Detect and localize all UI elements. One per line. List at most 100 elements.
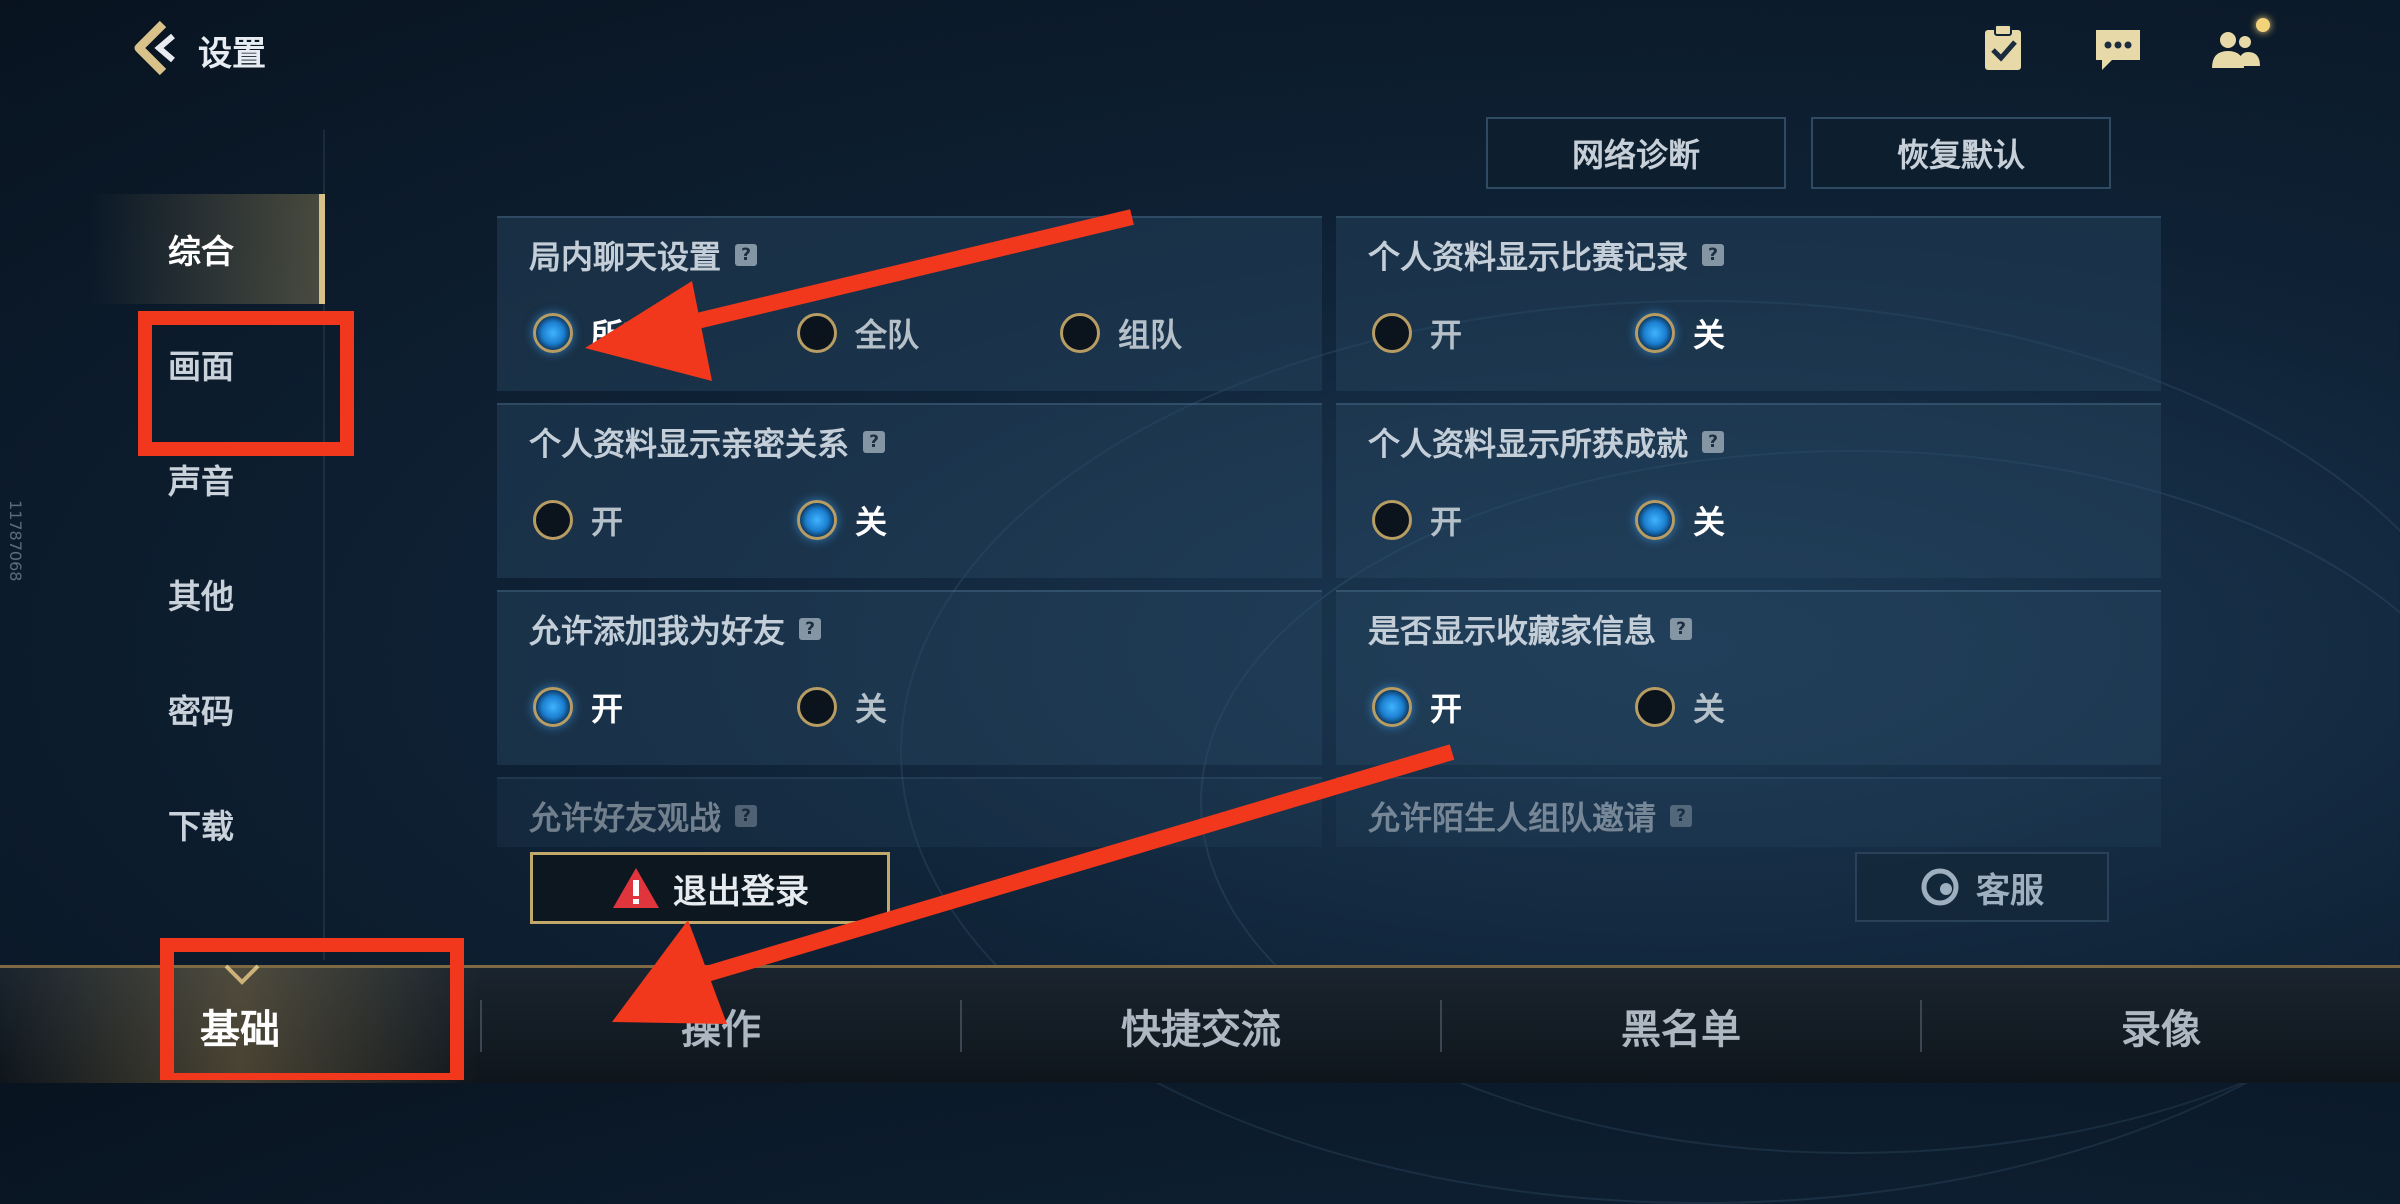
setting-title-text: 是否显示收藏家信息 bbox=[1368, 612, 1657, 650]
radio-unselected-icon bbox=[1372, 313, 1412, 353]
sidebar-item-general[interactable]: 综合 bbox=[90, 194, 325, 304]
page-title: 设置 bbox=[198, 34, 266, 74]
setting-panel-collector: 是否显示收藏家信息? 开 关 bbox=[1336, 590, 2161, 765]
radio-selected-icon bbox=[797, 500, 837, 540]
option-label: 开 bbox=[591, 503, 624, 541]
setting-panel-intimacy: 个人资料显示亲密关系? 开 关 bbox=[497, 403, 1322, 578]
setting-title: 个人资料显示亲密关系? bbox=[529, 419, 886, 465]
headset-icon bbox=[1921, 868, 1959, 906]
setting-panel-match-record: 个人资料显示比赛记录? 开 关 bbox=[1336, 216, 2161, 391]
back-arrow-icon bbox=[134, 20, 175, 76]
task-icon bbox=[1985, 24, 2021, 70]
help-icon[interactable]: ? bbox=[863, 431, 886, 453]
help-icon[interactable]: ? bbox=[735, 805, 758, 827]
setting-title-text: 个人资料显示比赛记录 bbox=[1368, 238, 1689, 276]
radio-selected-icon bbox=[1635, 500, 1675, 540]
help-icon[interactable]: ? bbox=[1702, 431, 1725, 453]
sidebar-item-graphics[interactable]: 画面 bbox=[90, 309, 325, 419]
setting-panel-spectate: 允许好友观战? bbox=[497, 777, 1322, 847]
radio-option[interactable]: 全队 bbox=[797, 310, 919, 356]
sidebar-item-label: 其他 bbox=[168, 577, 234, 616]
service-label: 客服 bbox=[1976, 870, 2044, 911]
notification-dot bbox=[2256, 18, 2270, 32]
help-icon[interactable]: ? bbox=[735, 244, 758, 266]
chat-button[interactable] bbox=[2090, 20, 2146, 76]
sidebar-item-label: 声音 bbox=[168, 462, 234, 501]
logout-button[interactable]: 退出登录 bbox=[530, 852, 890, 924]
sidebar-item-label: 综合 bbox=[168, 232, 234, 271]
radio-unselected-icon bbox=[797, 313, 837, 353]
setting-title: 允许添加我为好友? bbox=[529, 606, 822, 652]
setting-title: 个人资料显示比赛记录? bbox=[1368, 232, 1725, 278]
tab-basic[interactable]: 基础 bbox=[0, 968, 480, 1083]
warning-icon bbox=[613, 868, 659, 908]
setting-panel-chat: 局内聊天设置? 所有人 全队 组队 bbox=[497, 216, 1322, 391]
setting-title: 个人资料显示所获成就? bbox=[1368, 419, 1725, 465]
radio-selected-icon bbox=[1372, 687, 1412, 727]
sidebar-item-password[interactable]: 密码 bbox=[90, 654, 325, 764]
radio-option[interactable]: 关 bbox=[1635, 684, 1725, 730]
tab-quick-chat[interactable]: 快捷交流 bbox=[962, 968, 1440, 1083]
setting-title: 局内聊天设置? bbox=[529, 232, 758, 278]
setting-title-text: 个人资料显示所获成就 bbox=[1368, 425, 1689, 463]
option-label: 所有人 bbox=[591, 316, 688, 354]
radio-unselected-icon bbox=[1060, 313, 1100, 353]
option-label: 关 bbox=[855, 690, 888, 728]
help-icon[interactable]: ? bbox=[799, 618, 822, 640]
radio-option[interactable]: 关 bbox=[797, 684, 887, 730]
option-label: 开 bbox=[591, 690, 624, 728]
radio-option[interactable]: 开 bbox=[533, 684, 623, 730]
friends-button[interactable] bbox=[2208, 18, 2270, 76]
radio-option[interactable]: 组队 bbox=[1060, 310, 1182, 356]
logout-label: 退出登录 bbox=[673, 871, 809, 912]
radio-unselected-icon bbox=[1372, 500, 1412, 540]
setting-title-text: 允许好友观战 bbox=[529, 799, 722, 837]
tab-blacklist[interactable]: 黑名单 bbox=[1442, 968, 1920, 1083]
setting-title-text: 允许添加我为好友 bbox=[529, 612, 786, 650]
radio-option[interactable]: 开 bbox=[1372, 684, 1462, 730]
radio-unselected-icon bbox=[797, 687, 837, 727]
watermark: 11787068 bbox=[6, 500, 25, 582]
radio-option[interactable]: 关 bbox=[1635, 310, 1725, 356]
sidebar-item-other[interactable]: 其他 bbox=[90, 539, 325, 649]
sidebar-item-sound[interactable]: 声音 bbox=[90, 424, 325, 534]
restore-default-button[interactable]: 恢复默认 bbox=[1811, 117, 2111, 189]
chat-icon bbox=[2096, 30, 2140, 70]
help-icon[interactable]: ? bbox=[1670, 618, 1693, 640]
radio-option[interactable]: 关 bbox=[797, 497, 887, 543]
radio-option[interactable]: 关 bbox=[1635, 497, 1725, 543]
task-button[interactable] bbox=[1975, 20, 2031, 76]
option-label: 开 bbox=[1430, 503, 1463, 541]
setting-title-text: 局内聊天设置 bbox=[529, 238, 722, 276]
setting-panel-achievements: 个人资料显示所获成就? 开 关 bbox=[1336, 403, 2161, 578]
radio-unselected-icon bbox=[1635, 687, 1675, 727]
option-label: 开 bbox=[1430, 690, 1463, 728]
sidebar-item-label: 画面 bbox=[168, 347, 234, 386]
radio-option[interactable]: 开 bbox=[1372, 310, 1462, 356]
radio-option[interactable]: 所有人 bbox=[533, 310, 687, 356]
friends-icon bbox=[2212, 32, 2260, 68]
tab-operation[interactable]: 操作 bbox=[482, 968, 960, 1083]
setting-title: 是否显示收藏家信息? bbox=[1368, 606, 1693, 652]
customer-service-button[interactable]: 客服 bbox=[1855, 852, 2109, 922]
sidebar: 综合 画面 声音 其他 密码 下载 bbox=[90, 190, 325, 960]
setting-title-text: 个人资料显示亲密关系 bbox=[529, 425, 850, 463]
network-diagnosis-button[interactable]: 网络诊断 bbox=[1486, 117, 1786, 189]
sidebar-item-download[interactable]: 下载 bbox=[90, 769, 325, 879]
setting-title-text: 允许陌生人组队邀请 bbox=[1368, 799, 1657, 837]
sidebar-item-label: 密码 bbox=[168, 692, 234, 731]
radio-option[interactable]: 开 bbox=[533, 497, 623, 543]
option-label: 开 bbox=[1430, 316, 1463, 354]
option-label: 组队 bbox=[1118, 316, 1183, 354]
setting-panel-add-friend: 允许添加我为好友? 开 关 bbox=[497, 590, 1322, 765]
help-icon[interactable]: ? bbox=[1670, 805, 1693, 827]
radio-selected-icon bbox=[1635, 313, 1675, 353]
tab-replay[interactable]: 录像 bbox=[1922, 968, 2400, 1083]
back-button[interactable] bbox=[125, 18, 185, 78]
help-icon[interactable]: ? bbox=[1702, 244, 1725, 266]
radio-selected-icon bbox=[533, 313, 573, 353]
setting-panel-stranger-invite: 允许陌生人组队邀请? bbox=[1336, 777, 2161, 847]
sidebar-item-label: 下载 bbox=[168, 807, 234, 846]
radio-option[interactable]: 开 bbox=[1372, 497, 1462, 543]
bottom-tab-bar: 基础 操作 快捷交流 黑名单 录像 bbox=[0, 964, 2400, 1083]
